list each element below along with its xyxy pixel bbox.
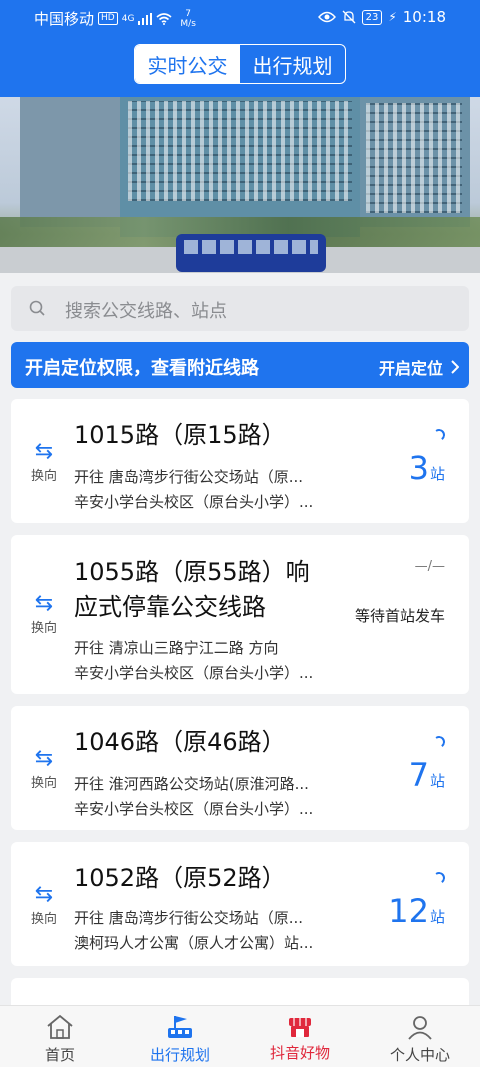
bottom-tab-bar: 首页 出行规划 抖音好物 个人中心 [0,1005,480,1067]
route-name: 1015路（原15路） [74,421,286,449]
route-card[interactable]: ⇆ 换向 1055路（原55路）响 应式停靠公交线路 开往 清凉山三路宁江二路 … [11,535,469,694]
route-stop: 辛安小学台头校区（原台头小学）... [74,664,314,682]
waiting-status: 等待首站发车 [354,607,445,625]
tab-trip-planning-nav[interactable]: 出行规划 [120,1006,240,1067]
route-card[interactable]: ⇆ 换向 1015路（原15路） 开往 唐岛湾步行街公交场站（原... 辛安小学… [11,399,469,523]
loading-icon [432,428,446,442]
shop-icon [289,1018,311,1037]
mode-switch: 实时公交 出行规划 [134,44,346,84]
signal-icon [138,12,153,25]
swap-label: 换向 [30,469,57,484]
route-direction: 开往 清凉山三路宁江二路 方向 [74,639,279,657]
hd-badge: HD [98,12,118,25]
route-stop: 辛安小学台头校区（原台头小学）... [74,800,314,818]
person-icon [408,1016,432,1040]
bus-image [176,234,326,272]
route-direction: 开往 唐岛湾步行街公交场站（原... [74,909,304,927]
eta-unit: 站 [429,908,445,926]
route-name: 1046路（原46路） [74,728,286,756]
eta-value: 3 [408,449,429,487]
swap-direction-button[interactable]: ⇆ 换向 [29,882,59,928]
eta-value: 12 [388,892,429,930]
route-name-line-1: 1055路（原55路）响 [74,558,310,586]
status-right: 23 ⚡ 10:18 [317,8,446,26]
location-message: 开启定位权限，查看附近线路 [25,358,259,379]
swap-direction-button[interactable]: ⇆ 换向 [29,746,59,792]
tab-trip-planning-label: 出行规划 [149,1046,210,1064]
no-data-indicator: —/— [414,559,445,574]
eta: 3 站 [409,449,445,487]
swap-label: 换向 [30,621,57,636]
location-permission-bar[interactable]: 开启定位权限，查看附近线路 开启定位 [11,342,469,388]
carrier-name: 中国移动 [34,10,95,28]
search-bar[interactable]: 搜索公交线路、站点 [11,286,469,331]
building-windows [128,101,352,201]
net-speed: 7 M/s [180,9,196,29]
swap-direction-button[interactable]: ⇆ 换向 [29,591,59,637]
eta: 12 站 [388,892,445,930]
wifi-icon [156,12,172,25]
status-bar: 中国移动 HD 4G 7 M/s 23 ⚡ 10:18 [0,0,480,34]
tab-home-label: 首页 [44,1046,75,1064]
home-icon [47,1014,73,1039]
swap-icon: ⇆ [34,439,54,464]
route-card[interactable]: ⇆ 换向 1046路（原46路） 开往 淮河西路公交场站(原淮河路... 辛安小… [11,706,469,830]
tab-profile-label: 个人中心 [389,1046,450,1064]
route-name-line-2: 应式停靠公交线路 [74,593,266,621]
charging-icon: ⚡ [388,10,397,24]
enable-location-label: 开启定位 [378,359,443,378]
eta-unit: 站 [429,465,445,483]
search-placeholder: 搜索公交线路、站点 [65,301,227,322]
route-direction: 开往 唐岛湾步行街公交场站（原... [74,468,304,486]
eta-unit: 站 [429,772,445,790]
route-name: 1052路（原52路） [74,864,286,892]
tab-realtime-bus[interactable]: 实时公交 [135,45,240,83]
route-card[interactable]: ⇆ 换向 1052路（原52路） 开往 唐岛湾步行街公交场站（原... 澳柯玛人… [11,842,469,966]
building-left [20,97,120,227]
eta: 7 站 [409,756,445,794]
tab-douyin-shop[interactable]: 抖音好物 [240,1006,360,1067]
battery-level: 23 [361,9,383,25]
enable-location-button[interactable]: 开启定位 [379,355,459,379]
banner-image[interactable] [0,97,480,273]
swap-icon: ⇆ [34,746,54,771]
swap-icon: ⇆ [34,591,54,616]
swap-label: 换向 [30,912,57,927]
net-speed-unit: M/s [180,18,196,29]
route-direction: 开往 淮河西路公交场站(原淮河路... [74,775,309,793]
swap-label: 换向 [30,776,57,791]
eta-value: 7 [408,756,429,794]
tab-trip-planning[interactable]: 出行规划 [240,45,345,83]
mute-bell-icon [342,10,356,24]
tab-home[interactable]: 首页 [0,1006,120,1067]
swap-icon: ⇆ [34,882,54,907]
search-icon [29,300,45,316]
clock: 10:18 [402,8,446,26]
route-stop: 澳柯玛人才公寓（原人才公寓）站... [74,934,314,952]
chevron-right-icon [451,360,459,374]
bus-windows [184,240,318,254]
tab-profile[interactable]: 个人中心 [360,1006,480,1067]
building-right-windows [366,103,462,213]
bus-flag-icon [168,1016,192,1038]
tab-douyin-shop-label: 抖音好物 [269,1044,330,1062]
loading-icon [432,735,446,749]
eye-icon [317,11,336,23]
swap-direction-button[interactable]: ⇆ 换向 [29,439,59,485]
signal-tag: 4G [121,13,135,24]
route-stop: 辛安小学台头校区（原台头小学）... [74,493,314,511]
status-left: 中国移动 HD 4G 7 M/s [34,8,196,29]
net-speed-value: 7 [185,8,192,19]
loading-icon [432,871,446,885]
